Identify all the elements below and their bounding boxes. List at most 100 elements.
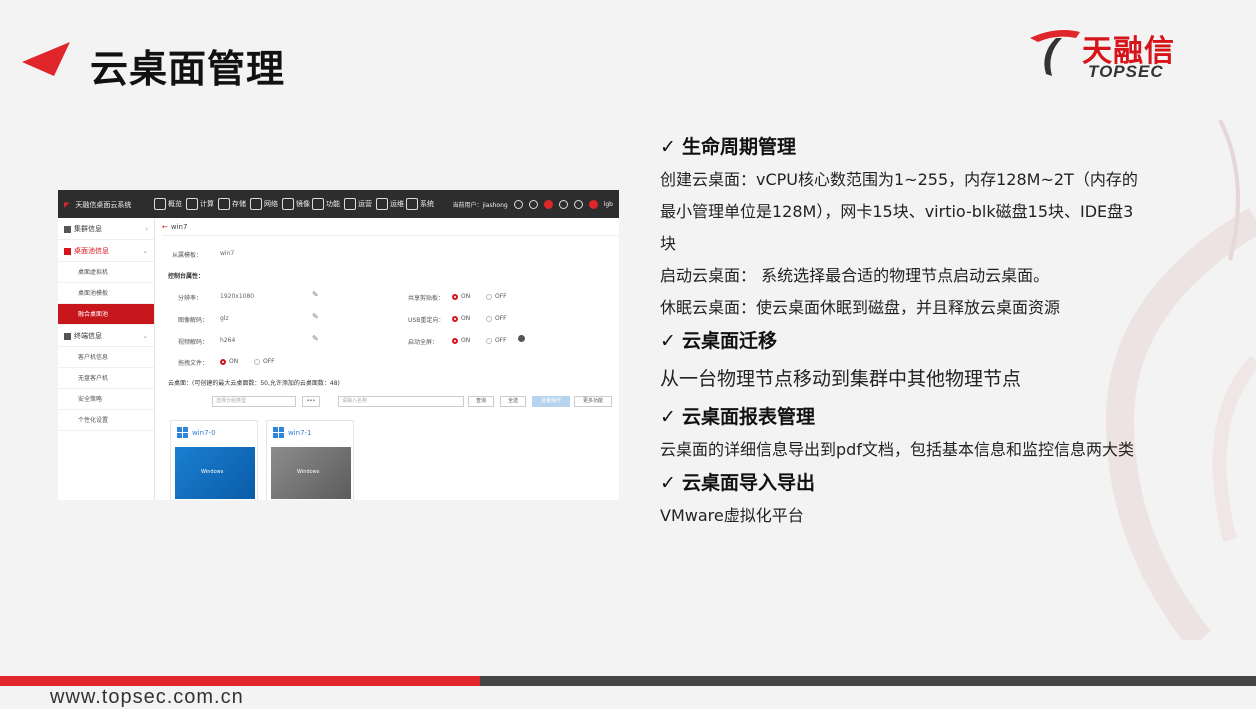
section-heading: ✓ 云桌面导入导出 [660,466,1220,500]
desktop-card[interactable]: win7-0 Windows [170,420,258,500]
select-all-button[interactable]: 全选 [500,396,526,407]
template-label: 从属模板： [172,252,203,259]
sidebar-group-desktop-pool[interactable]: 桌面池信息 ⌄ [58,240,154,262]
edit-pencil-icon[interactable]: ✎ [312,312,319,321]
sidebar-item-desktop-vm[interactable]: 桌面虚拟机 [58,262,154,283]
video-codec-value: h264 [220,337,236,344]
checkmark-icon: ✓ [660,406,676,428]
clipboard-off[interactable]: OFF [486,293,507,300]
sidebar-item-fusion-pool[interactable]: 融合桌面池 [58,304,154,325]
checkmark-icon: ✓ [660,136,676,158]
chevron-right-icon: › [145,225,148,233]
template-value: win7 [220,250,235,257]
nav-label: 功能 [326,200,340,208]
sidebar-item-pool-template[interactable]: 桌面池模板 [58,283,154,304]
nav-storage[interactable]: 存储 [218,198,246,210]
edit-pencil-icon[interactable]: ✎ [312,334,319,343]
gear-icon [406,198,418,210]
radio-label: ON [461,293,471,300]
refresh-icon [376,198,388,210]
group-type-select[interactable]: 选择分组类型 [212,396,296,407]
sidebar-group-label: 终端信息 [74,332,102,340]
more-functions-button[interactable]: 更多功能 [574,396,612,407]
user-avatar[interactable] [588,200,598,209]
radio-label: ON [229,358,239,365]
notification-icon[interactable] [543,200,553,209]
nav-compute[interactable]: 计算 [186,198,214,210]
nav-label: 概览 [168,200,182,208]
history-icon[interactable] [558,200,568,209]
video-codec-label: 视频解码： [178,339,209,346]
nav-overview[interactable]: 概览 [154,198,182,210]
sidebar-group-terminal[interactable]: 终端信息 ⌄ [58,325,154,347]
nav-network[interactable]: 网络 [250,198,278,210]
chart-icon [344,198,356,210]
nav-system[interactable]: 系统 [406,198,434,210]
radio-on-icon [452,315,458,322]
image-codec-label: 图像解码： [178,317,209,324]
section-heading-text: 生命周期管理 [682,136,797,158]
windows-logo-text: Windows [201,469,224,475]
back-arrow-icon[interactable]: ← [162,223,168,231]
nav-image[interactable]: 镜像 [282,198,310,210]
batch-operation-button[interactable]: 批量操作 [532,396,570,407]
breadcrumb-text: win7 [170,223,188,231]
query-button[interactable]: 查询 [468,396,494,407]
cloud-icon [186,198,198,210]
section-paragraph: 创建云桌面：vCPU核心数范围为1~255，内存128M~2T（内存的 [660,170,1138,189]
radio-label: OFF [495,293,507,300]
sidebar-group-label: 集群信息 [74,225,102,233]
sidebar-item-diskless-client[interactable]: 无盘客户机 [58,368,154,389]
drag-file-off[interactable]: OFF [254,358,275,365]
radio-on-icon [220,358,226,365]
radio-label: OFF [263,358,275,365]
section-heading-text: 云桌面报表管理 [682,406,816,428]
resolution-label: 分辨率： [178,295,203,302]
globe-icon [250,198,262,210]
radio-off-icon [254,358,260,365]
sidebar-item-personalization[interactable]: 个性化设置 [58,410,154,431]
radio-label: OFF [495,337,507,344]
footer-bar-dark [480,676,1256,686]
download-icon[interactable] [573,200,583,209]
clipboard-on[interactable]: ON [452,293,470,300]
desktop-thumbnail[interactable]: Windows [175,447,255,499]
drag-file-label: 拖拽文件： [178,360,209,367]
radio-off-icon [486,293,492,300]
footer-bar-red [0,676,480,686]
desktop-card[interactable]: win7-1 Windows [266,420,354,500]
desktop-thumbnail[interactable]: Windows [271,447,351,499]
disc-icon [282,198,294,210]
windows-icon [273,427,284,438]
nav-operation[interactable]: 运营 [344,198,372,210]
fullscreen-off[interactable]: OFF [486,337,507,344]
more-options-button[interactable]: ••• [302,396,320,407]
user-name[interactable]: lgb [604,201,613,208]
radio-off-icon [486,315,492,322]
fullscreen-on[interactable]: ON [452,337,470,344]
radio-label: OFF [495,315,507,322]
drag-file-on[interactable]: ON [220,358,238,365]
usb-off[interactable]: OFF [486,315,507,322]
section-paragraph: 启动云桌面： 系统选择最合适的物理节点启动云桌面。 [660,266,1050,285]
nav-label: 计算 [200,200,214,208]
section-paragraph: VMware虚拟化平台 [660,506,804,525]
sidebar-item-security-policy[interactable]: 安全策略 [58,389,154,410]
settings-icon[interactable] [528,200,538,209]
usb-label: USB重定向： [408,317,445,324]
sidebar-group-cluster[interactable]: 集群信息 › [58,218,154,240]
section-paragraph: 块 [660,234,677,253]
search-icon[interactable] [513,200,523,209]
edit-pencil-icon[interactable]: ✎ [312,290,319,299]
checkmark-icon: ✓ [660,330,676,352]
help-icon[interactable] [518,335,525,342]
name-search-input[interactable]: 请输入名称 [338,396,464,407]
nav-function[interactable]: 功能 [312,198,340,210]
desktop-name: win7-0 [192,428,216,437]
nav-maintenance[interactable]: 运维 [376,198,404,210]
nav-label: 运营 [358,200,372,208]
usb-on[interactable]: ON [452,315,470,322]
sidebar-item-client-info[interactable]: 客户机信息 [58,347,154,368]
chevron-down-icon: ⌄ [142,332,148,340]
nav-label: 网络 [264,200,278,208]
